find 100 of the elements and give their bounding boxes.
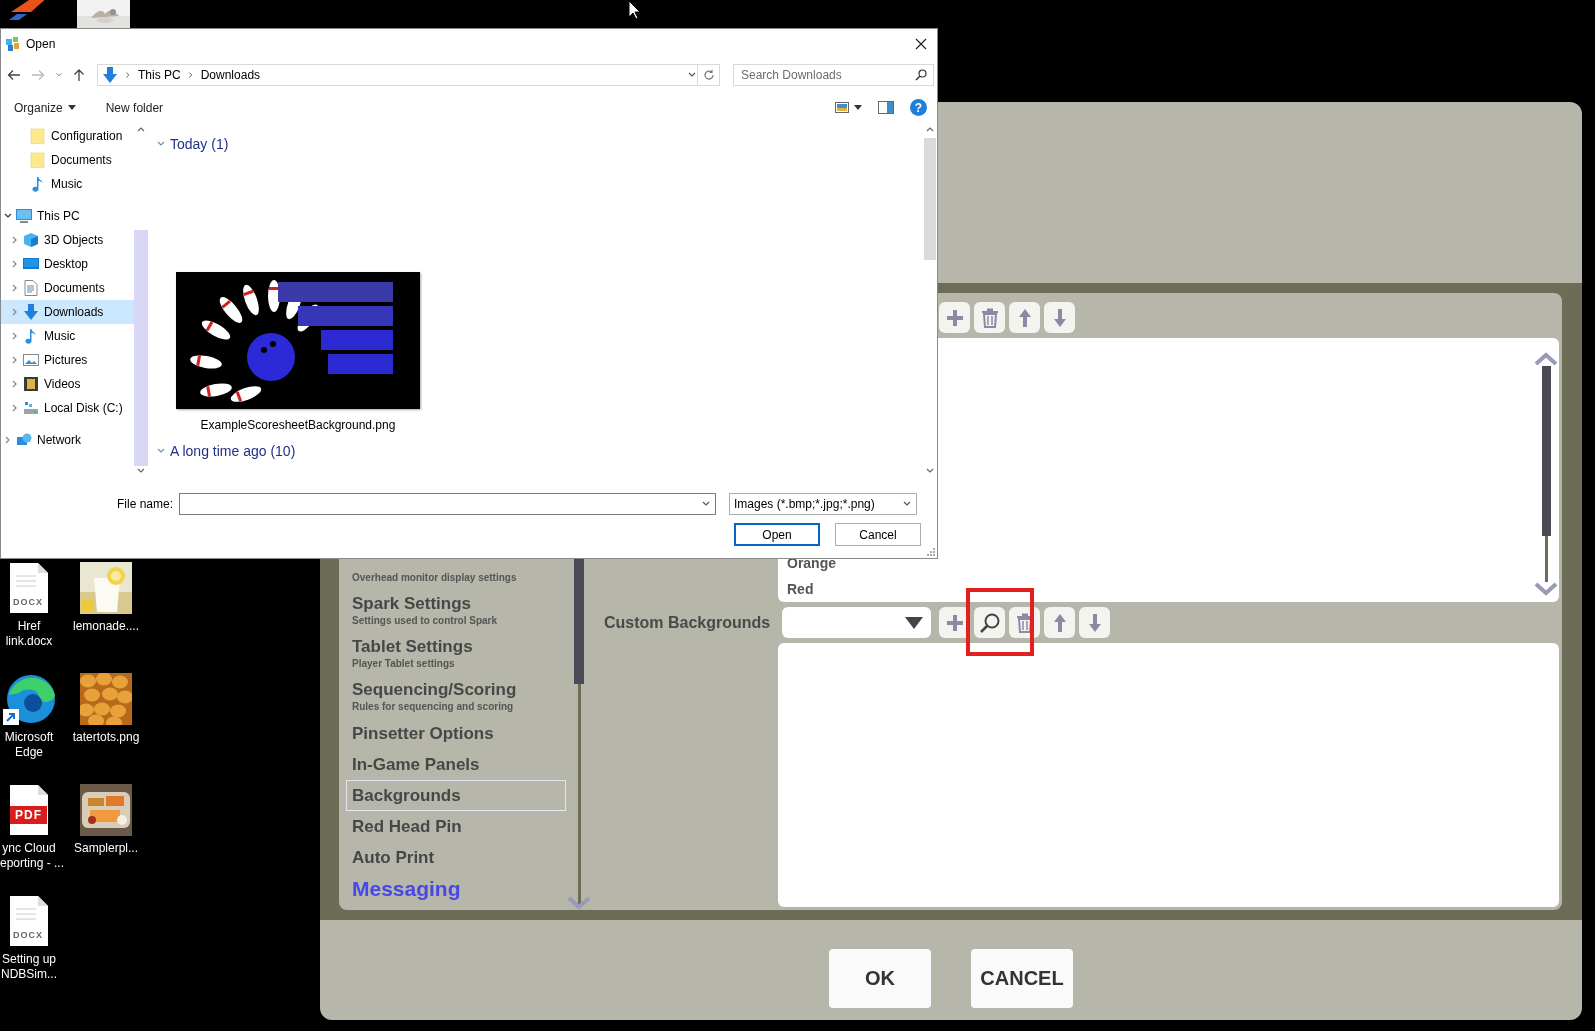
file-type-label: DOCX [13, 597, 43, 607]
plus-icon [946, 309, 963, 326]
nav-item-title: Tablet Settings [352, 636, 474, 657]
breadcrumb-item[interactable]: This PC [138, 68, 181, 82]
caret-icon [67, 105, 76, 110]
chevron-icon[interactable] [1534, 352, 1558, 366]
cancel-button[interactable]: CANCEL [971, 949, 1073, 1008]
browser-icon[interactable] [3, 673, 55, 725]
delete-button[interactable] [974, 302, 1005, 333]
list-item[interactable]: Red [778, 576, 1533, 602]
icon-label[interactable]: Setting up [1, 952, 56, 967]
icon-label[interactable]: lemonade.... [72, 619, 139, 634]
cancel-button[interactable]: Cancel [835, 523, 921, 546]
nav-item[interactable]: In-Game Panels [346, 749, 566, 780]
resize-grip-icon[interactable] [927, 548, 935, 556]
group-header[interactable]: A long time ago (10) [156, 439, 296, 463]
scrollbar-thumb[interactable] [1541, 366, 1551, 536]
chevron-icon[interactable] [567, 896, 591, 910]
nav-item[interactable]: Sequencing/Scoring Rules for sequencing and scoring [346, 675, 566, 718]
file-name[interactable]: ExampleScoresheetBackground.png [200, 418, 396, 432]
icon-label[interactable]: tatertots.png [72, 730, 140, 745]
tree-item[interactable]: Network [1, 428, 134, 452]
icon-label[interactable]: Microsoft [4, 730, 54, 745]
ok-button[interactable]: OK [829, 949, 931, 1008]
preview-pane-button[interactable] [878, 101, 894, 114]
file-name-field[interactable] [179, 493, 716, 515]
desktop-icon [23, 256, 39, 272]
open-button[interactable]: Open [734, 523, 820, 546]
nav-item-title: Sequencing/Scoring [352, 679, 518, 700]
icon-label[interactable]: Samplerpl... [74, 841, 138, 856]
tree-item[interactable]: Local Disk (C:) [1, 396, 134, 420]
tree-item[interactable]: Documents [1, 276, 134, 300]
icon-label[interactable]: eporting - ... [0, 856, 65, 871]
icon-label[interactable]: ync Cloud [2, 841, 56, 856]
move-down-button[interactable] [1044, 302, 1075, 333]
tree-item[interactable]: Music [1, 172, 134, 196]
tree-item[interactable]: Videos [1, 372, 134, 396]
up-arrow-icon [73, 68, 85, 82]
group-header[interactable]: Today (1) [156, 132, 229, 156]
up-button[interactable] [73, 68, 85, 82]
download-arrow-icon [23, 304, 39, 320]
new-folder-button[interactable]: New folder [105, 100, 164, 115]
trash-icon [980, 307, 999, 328]
tree-item[interactable]: Desktop [1, 252, 134, 276]
tree-item[interactable]: Configuration [1, 124, 134, 148]
chevron-icon [186, 71, 195, 79]
nav-item-subtitle: Player Tablet settings [352, 657, 456, 671]
icon-label[interactable]: Edge [15, 745, 43, 760]
scrollbar-thumb[interactable] [134, 230, 148, 466]
up-arrow-icon [1017, 307, 1032, 328]
drive-icon [23, 400, 39, 416]
document-icon [23, 280, 39, 296]
network-icon [16, 432, 32, 448]
search-button[interactable] [974, 607, 1005, 638]
down-arrow-icon [1052, 307, 1067, 328]
nav-item-subtitle: Rules for sequencing and scoring [352, 700, 515, 714]
tree-item[interactable]: This PC [1, 204, 134, 228]
background-dropdown[interactable] [782, 607, 931, 638]
move-down-button[interactable] [1079, 607, 1110, 638]
tree-item[interactable]: Downloads [1, 300, 134, 324]
nav-item[interactable]: Backgrounds [346, 780, 566, 811]
tree-item[interactable]: Documents [1, 148, 134, 172]
move-up-button[interactable] [1044, 607, 1075, 638]
refresh-button[interactable] [698, 64, 720, 86]
nav-item[interactable]: Spark Settings Settings used to control Spark [346, 589, 566, 632]
nav-item-subtitle: Settings used to control Spark [352, 614, 499, 628]
plus-icon [946, 614, 963, 631]
chevron-icon [55, 71, 63, 79]
icon-label[interactable]: Href [17, 619, 41, 634]
chevron-icon[interactable] [1534, 582, 1558, 596]
computer-icon [16, 208, 32, 224]
section-label: Custom Backgrounds [603, 614, 772, 631]
help-button[interactable]: ? [910, 99, 927, 116]
nav-item[interactable]: Tablet Settings Player Tablet settings [346, 632, 566, 675]
search-field[interactable]: Search Downloads [733, 64, 934, 86]
add-button[interactable] [939, 302, 970, 333]
search-icon [978, 611, 1001, 634]
icon-label[interactable]: link.docx [5, 634, 53, 649]
file-type-dropdown[interactable]: Images (*.bmp;*.jpg;*.png) [729, 493, 917, 515]
tree-item[interactable]: 3D Objects [1, 228, 134, 252]
view-button[interactable] [835, 102, 862, 113]
app-icon [6, 37, 20, 51]
cube-icon [23, 232, 39, 248]
nav-item-title: Spark Settings [352, 593, 473, 614]
back-button[interactable] [7, 69, 21, 81]
breadcrumb-item[interactable]: Downloads [200, 68, 261, 82]
tree-item[interactable]: Pictures [1, 348, 134, 372]
move-up-button[interactable] [1009, 302, 1040, 333]
window-title: Open [26, 37, 56, 51]
film-icon [23, 376, 39, 392]
organize-button[interactable]: Organize [14, 100, 76, 115]
address-bar[interactable]: This PC Downloads [97, 64, 698, 86]
icon-label[interactable]: NDBSim... [1, 967, 57, 982]
nav-item[interactable]: Pinsetter Options [346, 718, 566, 749]
scrollbar-thumb[interactable] [924, 138, 936, 260]
recent-locations-button[interactable] [55, 71, 63, 79]
nav-item[interactable]: Auto Print [346, 842, 566, 873]
tree-item[interactable]: Music [1, 324, 134, 348]
list-item[interactable]: Orange [778, 550, 1533, 576]
nav-item[interactable]: Red Head Pin [346, 811, 566, 842]
